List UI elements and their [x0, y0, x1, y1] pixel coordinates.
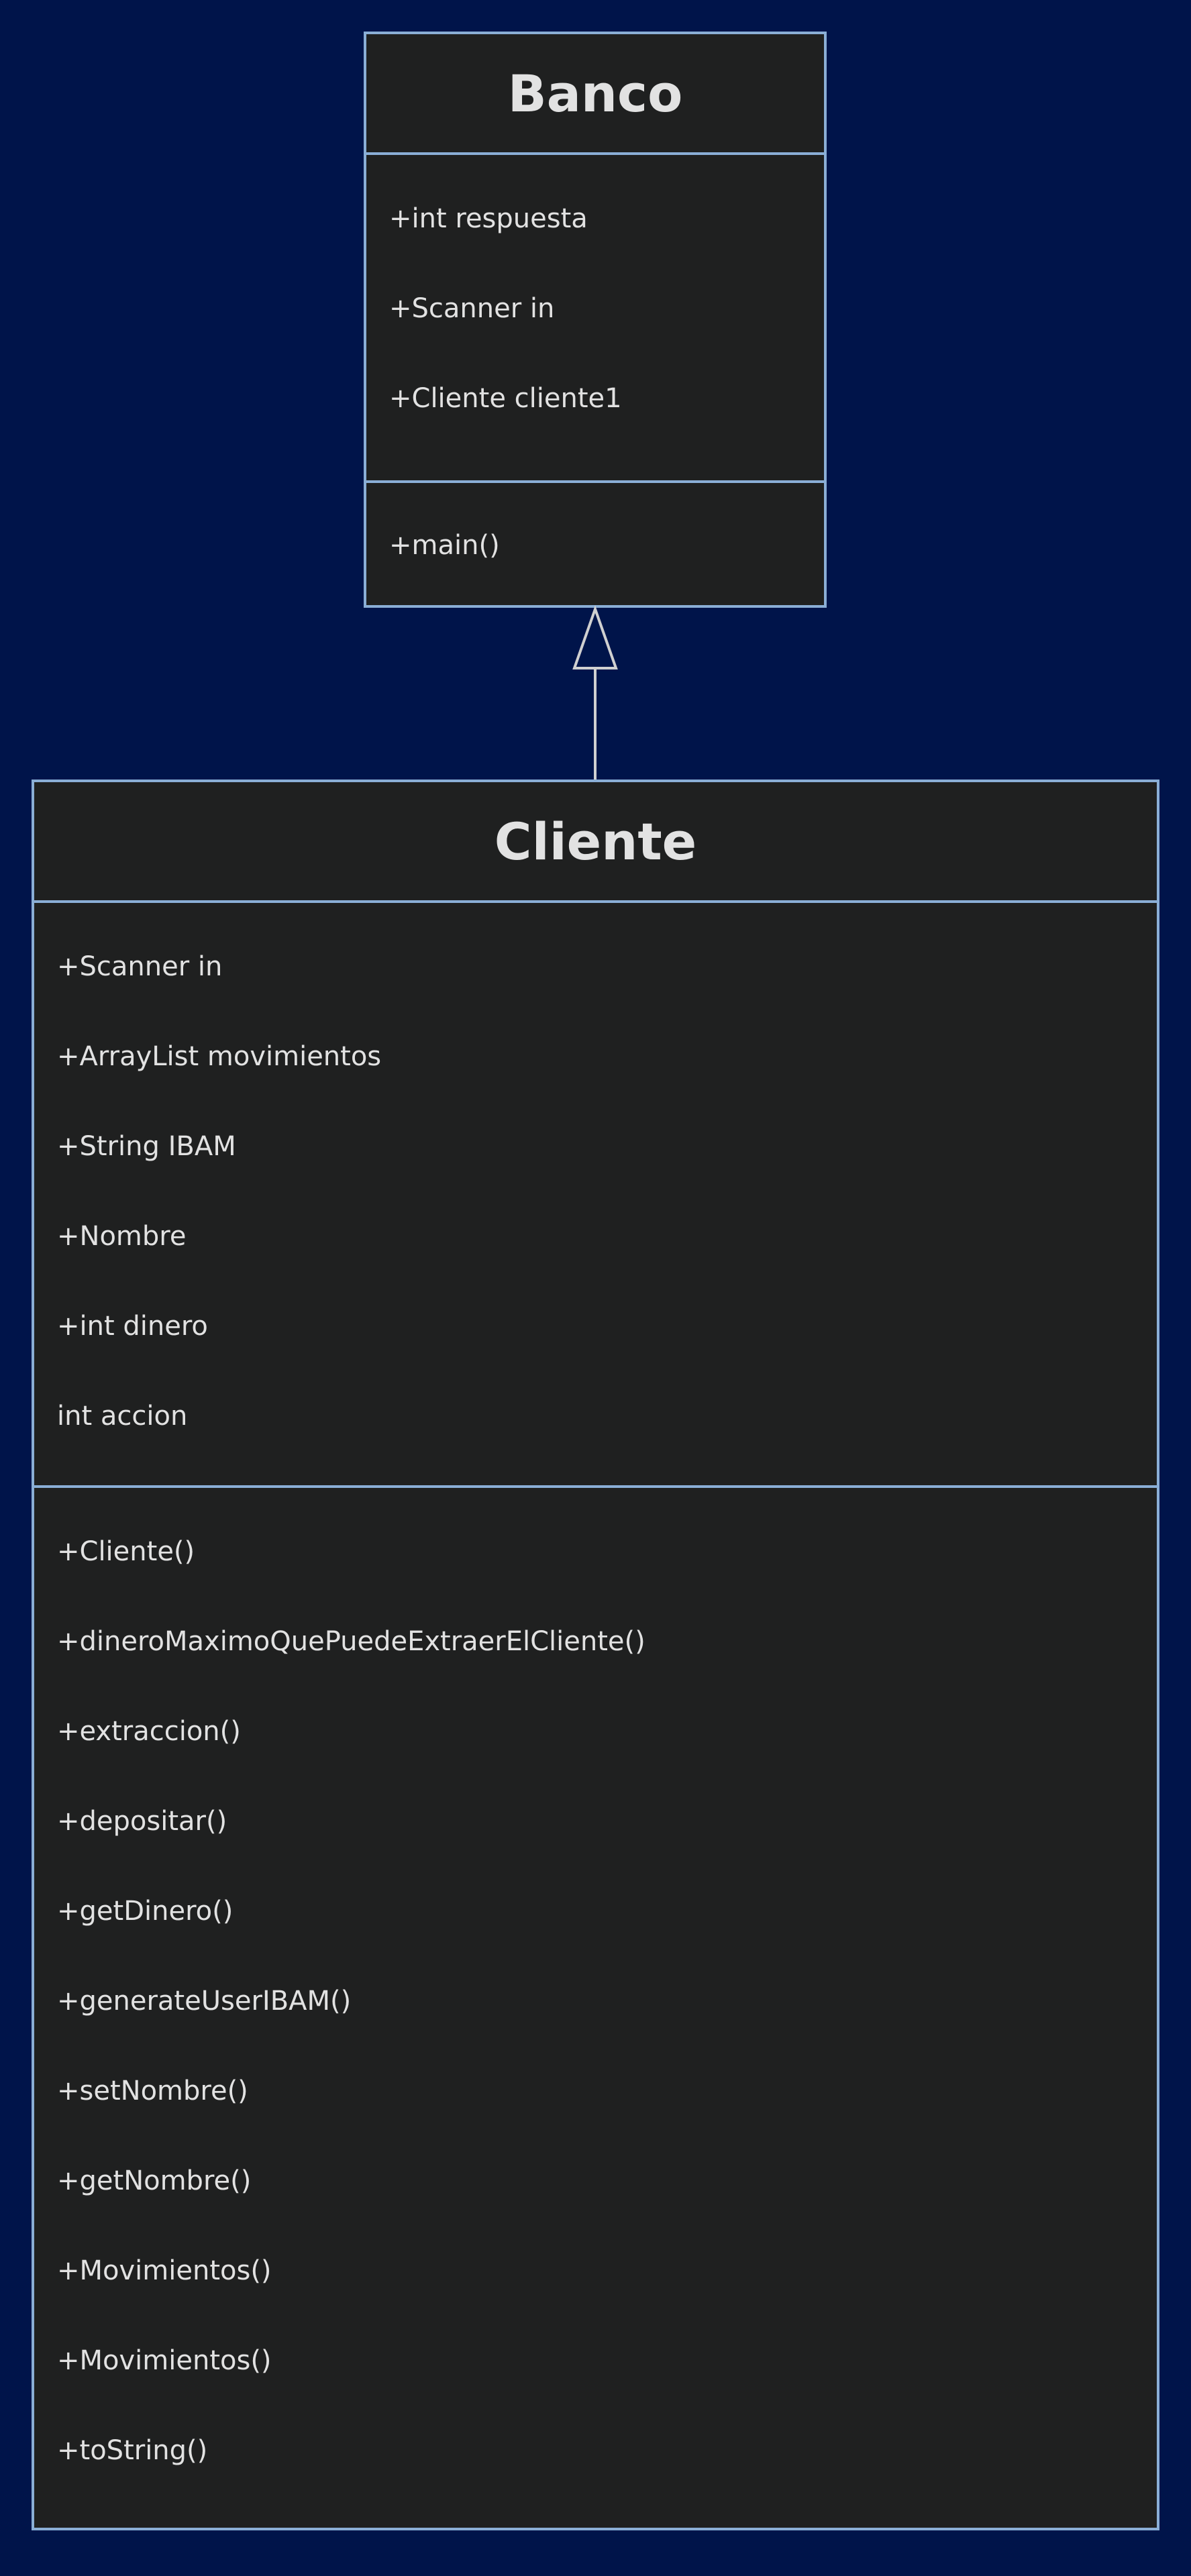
attribute: +ArrayList movimientos: [57, 1041, 382, 1072]
attribute: +Nombre: [57, 1221, 187, 1252]
attributes-cliente: +Scanner in +ArrayList movimientos +Stri…: [34, 903, 1157, 1488]
method: +getDinero(): [57, 1896, 234, 1927]
class-name-banco: Banco: [366, 34, 824, 155]
method: +Movimientos(): [57, 2255, 272, 2286]
methods-banco: +main(): [366, 483, 824, 590]
class-name-cliente: Cliente: [34, 782, 1157, 903]
inheritance-arrowhead: [572, 604, 618, 669]
method: +toString(): [57, 2435, 208, 2466]
attribute: +Cliente cliente1: [389, 383, 622, 414]
attribute: +int respuesta: [389, 203, 588, 234]
attribute: +String IBAM: [57, 1131, 236, 1162]
attribute: int accion: [57, 1401, 188, 1432]
method: +getNombre(): [57, 2165, 252, 2196]
class-box-banco: Banco +int respuesta +Scanner in +Client…: [364, 32, 827, 608]
method: +dineroMaximoQuePuedeExtraerElCliente(): [57, 1626, 645, 1657]
attribute: +Scanner in: [389, 293, 555, 324]
method: +Cliente(): [57, 1536, 195, 1567]
method: +extraccion(): [57, 1716, 241, 1747]
method: +generateUserIBAM(): [57, 1986, 352, 2017]
methods-cliente: +Cliente() +dineroMaximoQuePuedeExtraerE…: [34, 1488, 1157, 2496]
attribute: +Scanner in: [57, 951, 223, 982]
method: +depositar(): [57, 1806, 227, 1837]
method: +main(): [389, 530, 500, 561]
attributes-banco: +int respuesta +Scanner in +Cliente clie…: [366, 155, 824, 483]
attribute: +int dinero: [57, 1311, 208, 1342]
class-box-cliente: Cliente +Scanner in +ArrayList movimient…: [32, 780, 1159, 2530]
method: +setNombre(): [57, 2076, 248, 2106]
method: +Movimientos(): [57, 2345, 272, 2376]
